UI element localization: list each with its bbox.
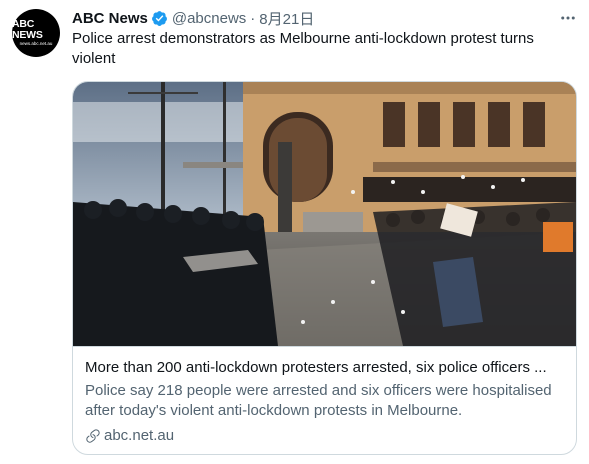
card-image[interactable] <box>73 82 576 346</box>
card-description: Police say 218 people were arrested and … <box>85 382 552 419</box>
avatar[interactable]: ABC NEWS news.abc.net.au <box>12 9 60 57</box>
tweet-text: Police arrest demonstrators as Melbourne… <box>72 30 534 67</box>
tweet-date[interactable]: 8月21日 <box>259 8 314 29</box>
card-divider <box>73 346 576 347</box>
card-domain[interactable]: abc.net.au <box>85 426 174 446</box>
link-icon <box>86 429 100 443</box>
more-options-icon[interactable] <box>558 8 578 28</box>
separator-dot: · <box>250 9 256 27</box>
link-card[interactable]: More than 200 anti-lockdown protesters a… <box>72 81 577 455</box>
verified-badge-icon <box>151 10 167 26</box>
account-name[interactable]: ABC News <box>72 10 148 27</box>
account-handle[interactable]: @abcnews <box>172 10 246 27</box>
tweet-header: ABC News @abcnews · 8月21日 <box>72 8 314 28</box>
avatar-sub-text: news.abc.net.au <box>19 41 53 46</box>
card-title[interactable]: More than 200 anti-lockdown protesters a… <box>85 358 565 378</box>
avatar-brand-text: ABC NEWS <box>12 18 43 41</box>
card-domain-text: abc.net.au <box>104 427 175 444</box>
